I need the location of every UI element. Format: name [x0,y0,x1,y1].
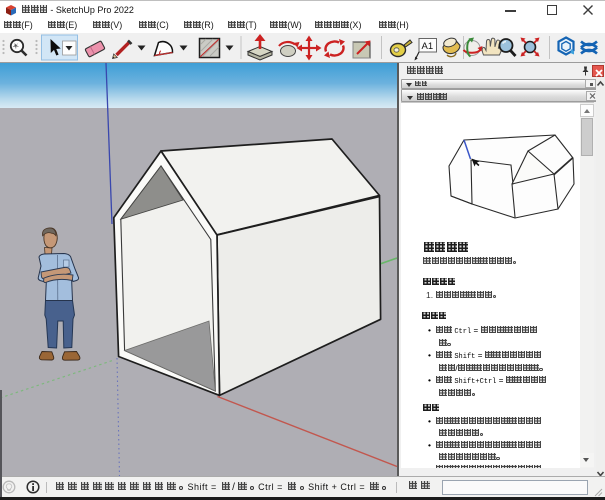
svg-text:A1: A1 [422,41,434,52]
